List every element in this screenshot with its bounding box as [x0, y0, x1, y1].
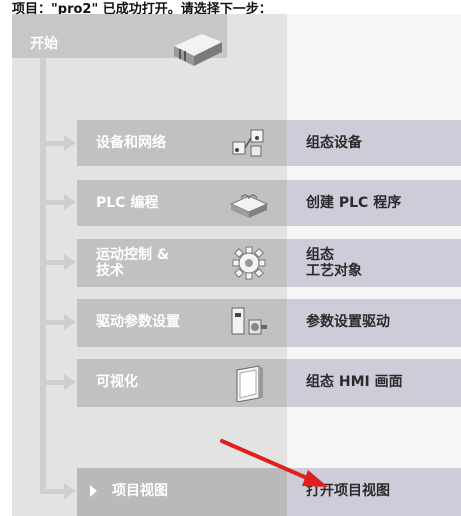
portal-view: 项目："pro2" 已成功打开。请选择下一步： 开始 设备和网络 组态设备 PL…: [0, 0, 461, 516]
annotation-arrow-icon: [220, 439, 328, 487]
